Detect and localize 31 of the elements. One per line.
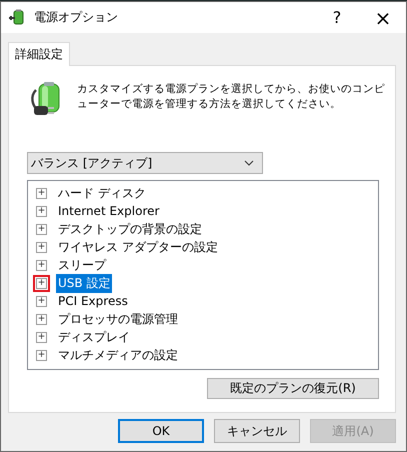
tree-item[interactable]: デスクトップの背景の設定 (56, 220, 204, 238)
tree-item[interactable]: USB 設定 (56, 274, 112, 292)
tree-item[interactable]: Internet Explorer (56, 203, 162, 219)
window-title: 電源オプション (34, 9, 119, 26)
tree-item[interactable]: マルチメディアの設定 (56, 346, 180, 364)
expand-toggle[interactable]: + (33, 238, 50, 256)
tab[interactable]: 詳細設定 (8, 42, 70, 66)
expand-toggle[interactable]: + (33, 346, 50, 364)
dialog-button[interactable]: OK (118, 419, 204, 443)
expand-toggle[interactable]: + (33, 328, 50, 346)
tree-item[interactable]: スリープ (56, 256, 108, 274)
restore-button[interactable]: 既定のプランの復元(R) (207, 378, 379, 399)
battery-plug-icon (8, 8, 26, 26)
tree-item[interactable]: ハード ディスク (56, 184, 148, 202)
tree-item[interactable]: プロセッサの電源管理 (56, 310, 180, 328)
tree-item[interactable]: PCI Express (56, 293, 130, 309)
help-button[interactable]: ? (314, 2, 360, 33)
expand-toggle[interactable]: + (33, 310, 50, 328)
expand-toggle[interactable]: + (33, 274, 50, 292)
dialog-button[interactable]: キャンセル (214, 419, 300, 443)
expand-toggle[interactable]: + (33, 292, 50, 310)
expand-toggle[interactable]: + (33, 202, 50, 220)
close-button[interactable]: × (360, 2, 406, 33)
chevron-down-icon (244, 160, 254, 166)
plan-dropdown[interactable]: バランス [アクティブ] (27, 152, 263, 174)
expand-toggle[interactable]: + (33, 256, 50, 274)
tree-item[interactable]: ワイヤレス アダプターの設定 (56, 238, 220, 256)
expand-toggle[interactable]: + (33, 184, 50, 202)
tree-item[interactable]: ディスプレイ (56, 328, 132, 346)
description-text: カスタマイズする電源プランを選択してから、お使いのコンピューターで電源を管理する方法を選択してください。 (77, 82, 386, 112)
expand-toggle[interactable]: + (33, 220, 50, 238)
